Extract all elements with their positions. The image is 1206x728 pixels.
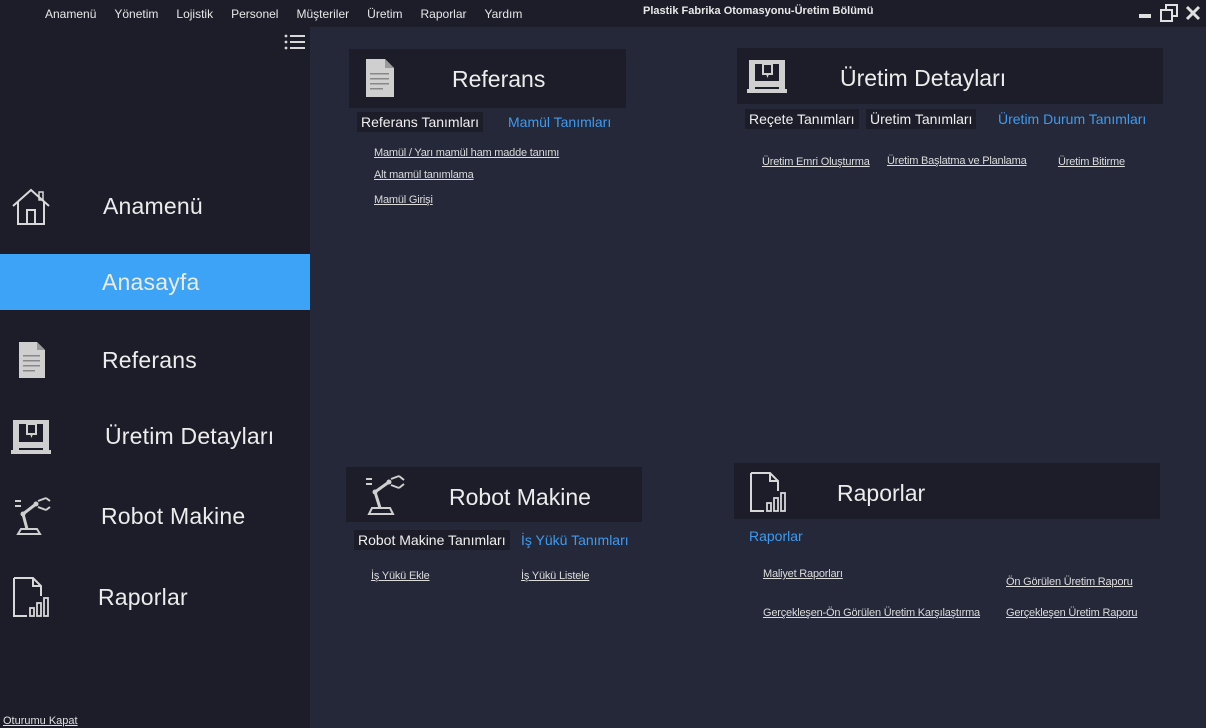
sidebar: Anamenü Anasayfa Referans Üretim Detayla… (0, 27, 310, 728)
link-maliyet-raporlari[interactable]: Maliyet Raporları (763, 568, 843, 580)
menu-raporlar[interactable]: Raporlar (412, 7, 476, 21)
minimize-icon (1139, 14, 1151, 18)
menu-lojistik[interactable]: Lojistik (167, 7, 222, 21)
logout-link[interactable]: Oturumu Kapat (3, 715, 78, 727)
link-uretim-baslatma-planlama[interactable]: Üretim Başlatma ve Planlama (887, 155, 1027, 167)
raporlar-panel-header: Raporlar (734, 463, 1160, 519)
link-alt-mamul-tanimlama[interactable]: Alt mamül tanımlama (374, 169, 474, 181)
referans-panel-title: Referans (452, 66, 546, 92)
3d-printer-icon (747, 56, 787, 101)
document-icon (10, 338, 52, 382)
tab-raporlar[interactable]: Raporlar (745, 526, 807, 546)
tab-uretim-tanimlari[interactable]: Üretim Tanımları (866, 109, 977, 129)
title-bar: Anamenü Yönetim Lojistik Personel Müşter… (0, 0, 1206, 27)
sidebar-item-label: Raporlar (98, 583, 188, 610)
link-is-yuku-listele[interactable]: İş Yükü Listele (521, 570, 590, 582)
sidebar-item-referans[interactable]: Referans (0, 332, 310, 388)
menu-uretim[interactable]: Üretim (358, 7, 411, 21)
sidebar-item-uretim-detaylari[interactable]: Üretim Detayları (0, 408, 310, 464)
link-mamul-yari-mamul[interactable]: Mamül / Yarı mamül ham madde tanımı (374, 147, 559, 159)
restore-button[interactable] (1160, 3, 1178, 23)
tab-referans-tanimlari[interactable]: Referans Tanımları (357, 112, 484, 132)
uretim-panel-header: Üretim Detayları (737, 48, 1163, 104)
menu-yardim[interactable]: Yardım (476, 7, 532, 21)
menu-anamenu[interactable]: Anamenü (36, 7, 105, 21)
tab-uretim-durum-tanimlari[interactable]: Üretim Durum Tanımları (994, 109, 1150, 129)
home-icon (10, 184, 52, 228)
link-is-yuku-ekle[interactable]: İş Yükü Ekle (371, 570, 430, 582)
raporlar-panel-title: Raporlar (837, 480, 926, 506)
list-menu-icon (284, 34, 305, 50)
link-on-gorulen-uretim-raporu[interactable]: Ön Görülen Üretim Raporu (1006, 576, 1133, 588)
tab-robot-makine-tanimlari[interactable]: Robot Makine Tanımları (354, 530, 510, 550)
sidebar-item-raporlar[interactable]: Raporlar (0, 569, 310, 625)
report-chart-icon (748, 471, 788, 518)
menu-musteriler[interactable]: Müşteriler (287, 7, 358, 21)
robot-panel-title: Robot Makine (449, 484, 591, 510)
robot-arm-icon (10, 494, 52, 538)
sidebar-item-anamenu[interactable]: Anamenü (0, 178, 310, 234)
link-mamul-girisi[interactable]: Mamül Girişi (374, 194, 433, 206)
sidebar-item-robot-makine[interactable]: Robot Makine (0, 488, 310, 544)
sidebar-item-label: Referans (102, 346, 197, 373)
minimize-button[interactable] (1136, 3, 1154, 23)
robot-panel-header: Robot Makine (346, 467, 642, 522)
sidebar-item-label: Robot Makine (101, 502, 246, 529)
link-gerceklesen-on-gorulen-karsilastirma[interactable]: Gerçekleşen-Ön Görülen Üretim Karşılaştı… (763, 607, 980, 619)
app-title: Plastik Fabrika Otomasyonu-Üretim Bölümü (643, 5, 874, 17)
menu-personel[interactable]: Personel (222, 7, 287, 21)
robot-arm-icon (363, 474, 407, 523)
uretim-panel-title: Üretim Detayları (840, 65, 1007, 91)
3d-printer-icon (10, 414, 52, 458)
sidebar-item-anasayfa[interactable]: Anasayfa (0, 254, 310, 310)
tab-recete-tanimlari[interactable]: Reçete Tanımları (745, 109, 859, 129)
sidebar-item-label: Üretim Detayları (105, 422, 275, 449)
close-button[interactable] (1184, 3, 1202, 23)
referans-panel-header: Referans (349, 49, 626, 108)
restore-icon (1160, 4, 1178, 22)
report-chart-icon (10, 575, 52, 619)
link-uretim-emri-olusturma[interactable]: Üretim Emri Oluşturma (762, 156, 870, 168)
tab-mamul-tanimlari[interactable]: Mamül Tanımları (504, 112, 615, 132)
document-icon (364, 57, 396, 104)
window-controls (1136, 3, 1202, 23)
menu-bar: Anamenü Yönetim Lojistik Personel Müşter… (36, 0, 531, 27)
sidebar-item-label: Anamenü (103, 192, 203, 219)
tab-is-yuku-tanimlari[interactable]: İş Yükü Tanımları (517, 530, 633, 550)
link-uretim-bitirme[interactable]: Üretim Bitirme (1058, 156, 1125, 168)
close-icon (1185, 5, 1201, 21)
link-gerceklesen-uretim-raporu[interactable]: Gerçekleşen Üretim Raporu (1006, 607, 1138, 619)
hamburger-menu-button[interactable] (284, 33, 306, 51)
sidebar-item-label: Anasayfa (102, 268, 200, 295)
menu-yonetim[interactable]: Yönetim (105, 7, 167, 21)
